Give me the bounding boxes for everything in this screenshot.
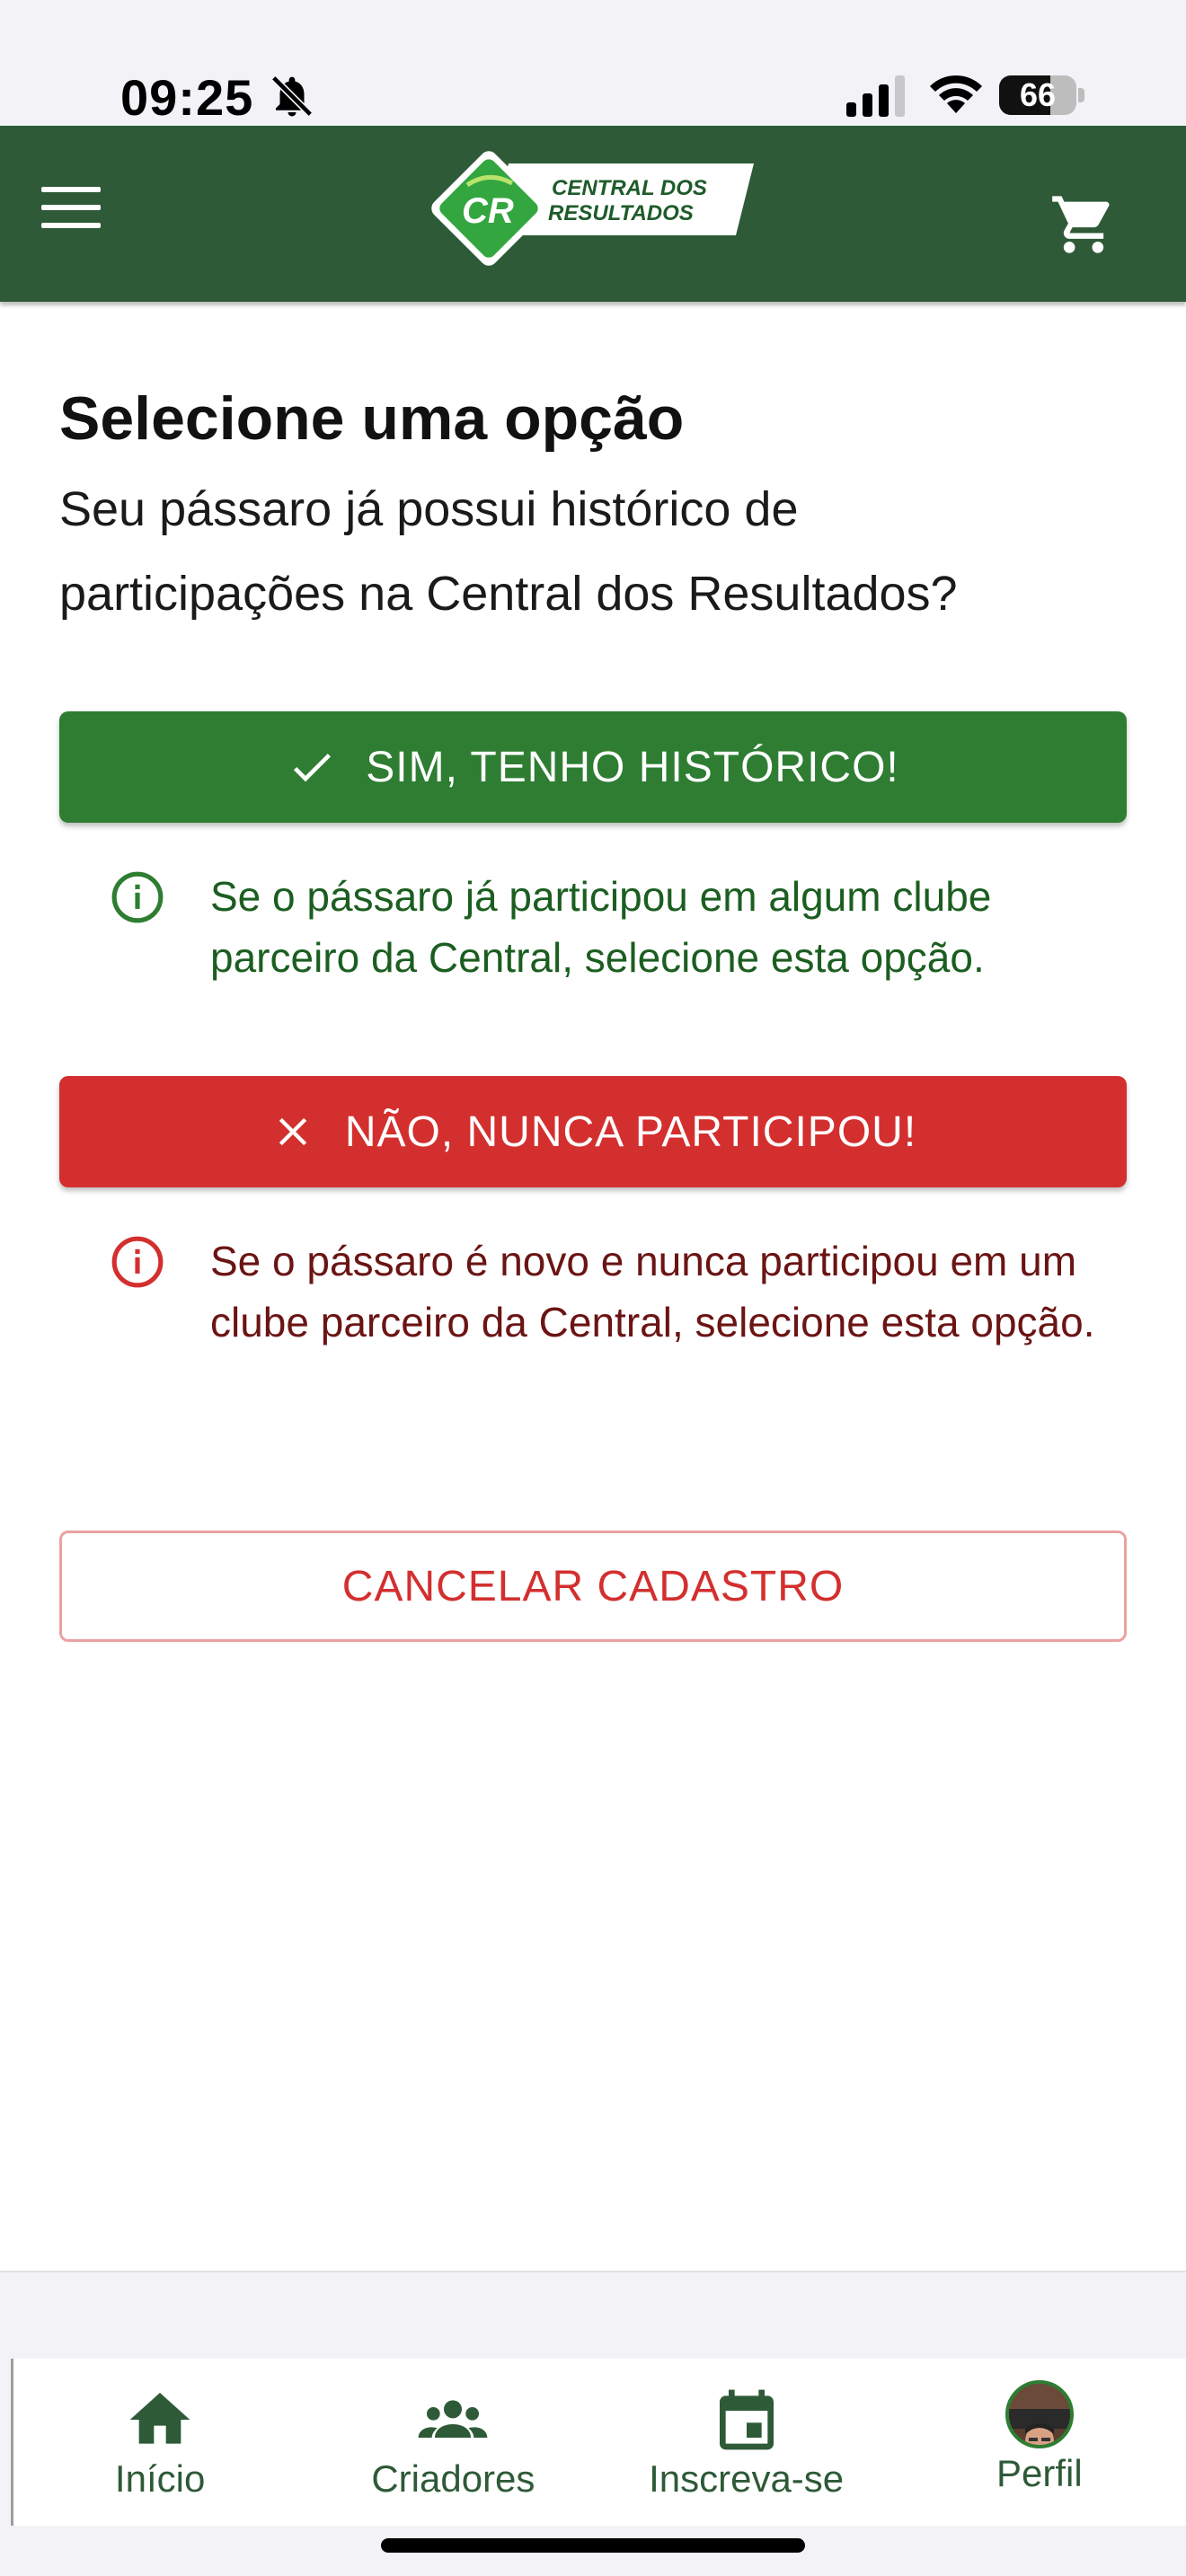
status-time: 09:25 — [120, 69, 254, 126]
home-icon — [129, 2393, 190, 2444]
page-title: Selecione uma opção — [59, 384, 685, 453]
info-icon — [111, 1236, 164, 1288]
yes-hint-text: Se o pássaro já participou em algum club… — [210, 873, 992, 981]
logo-mark: CR — [462, 191, 514, 231]
yes-history-button[interactable]: SIM, TENHO HISTÓRICO! — [59, 711, 1127, 823]
nav-label-subscribe: Inscreva-se — [649, 2457, 845, 2500]
yes-history-button-label: SIM, TENHO HISTÓRICO! — [366, 743, 899, 791]
yes-hint: Se o pássaro já participou em algum club… — [110, 866, 1125, 988]
avatar — [1005, 2380, 1074, 2448]
info-icon — [111, 871, 164, 923]
bell-muted-icon — [270, 75, 314, 118]
main-content: Selecione uma opção Seu pássaro já possu… — [59, 377, 1127, 636]
no-history-button-label: NÃO, NUNCA PARTICIPOU! — [344, 1107, 917, 1156]
wifi-icon — [930, 75, 982, 113]
cellular-signal-icon — [846, 75, 905, 117]
avatar-image — [1008, 2409, 1070, 2445]
page-subtitle: Seu pássaro já possui histórico de parti… — [59, 482, 958, 621]
status-bar: 09:25 66 — [0, 0, 1186, 126]
cancel-registration-button[interactable]: CANCELAR CADASTRO — [59, 1531, 1127, 1642]
nav-item-home[interactable]: Início — [13, 2359, 306, 2526]
logo-text-line2: RESULTADOS — [548, 201, 694, 225]
nav-item-profile[interactable]: Perfil — [893, 2359, 1186, 2526]
nav-label-profile: Perfil — [996, 2452, 1083, 2494]
bottom-nav: Início Criadores Inscreva-se Perfil — [11, 2359, 1186, 2526]
brand-logo[interactable]: CR CENTRAL DOS RESULTADOS — [426, 144, 758, 273]
cancel-registration-label: CANCELAR CADASTRO — [341, 1562, 845, 1610]
nav-label-home: Início — [114, 2457, 206, 2500]
logo-text-line1: CENTRAL DOS — [552, 176, 707, 200]
home-indicator — [381, 2538, 805, 2553]
shopping-cart-icon[interactable] — [1049, 190, 1118, 259]
close-icon — [279, 1117, 306, 1146]
no-hint-text: Se o pássaro é novo e nunca participou e… — [210, 1238, 1095, 1345]
battery-nub — [1078, 88, 1084, 102]
nav-label-breeders: Criadores — [371, 2457, 535, 2500]
battery-level: 66 — [1019, 76, 1057, 113]
check-icon — [294, 754, 332, 782]
no-history-button[interactable]: NÃO, NUNCA PARTICIPOU! — [59, 1076, 1127, 1187]
battery-indicator: 66 — [999, 75, 1076, 115]
people-icon — [419, 2400, 488, 2438]
calendar-icon — [719, 2389, 774, 2450]
nav-item-subscribe[interactable]: Inscreva-se — [600, 2359, 893, 2526]
app-header: CR CENTRAL DOS RESULTADOS — [0, 126, 1186, 302]
no-hint: Se o pássaro é novo e nunca participou e… — [110, 1231, 1125, 1353]
nav-item-breeders[interactable]: Criadores — [306, 2359, 599, 2526]
hamburger-menu-icon[interactable] — [41, 187, 101, 228]
